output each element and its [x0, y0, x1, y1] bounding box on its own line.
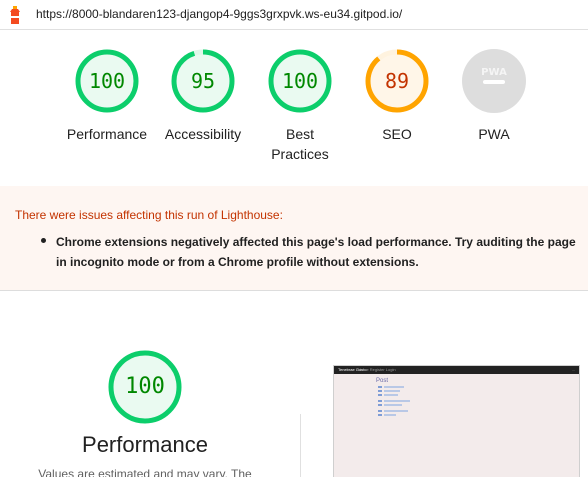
performance-subtitle: Values are estimated and may vary. The: [38, 467, 252, 477]
gauge-performance[interactable]: 100 Performance: [52, 48, 162, 144]
screenshot-text-line: [384, 410, 408, 412]
lighthouse-icon: [10, 6, 20, 24]
gauge-score: 95: [190, 69, 216, 93]
screenshot-text-line: [378, 394, 382, 396]
gauge-accessibility[interactable]: 95 Accessibility: [148, 48, 258, 144]
screenshot-text-line: [378, 410, 382, 412]
gauge-score: 89: [384, 69, 410, 93]
bullet-icon: [41, 238, 46, 243]
gauge-label: PWA: [478, 126, 510, 142]
warnings-title: There were issues affecting this run of …: [15, 208, 283, 222]
final-screenshot-thumbnail[interactable]: Tenebrae Gusto Home Register Login ... P…: [333, 365, 580, 477]
gauge-ring: 95: [170, 48, 236, 114]
screenshot-text-line: [378, 390, 382, 392]
screenshot-text-line: [384, 394, 398, 396]
warning-item: Chrome extensions negatively affected th…: [56, 235, 576, 269]
gauge-ring: 89: [364, 48, 430, 114]
section-divider: [300, 414, 301, 477]
screenshot-text-line: [384, 390, 400, 392]
page-url[interactable]: https://8000-blandaren123-djangop4-9ggs3…: [36, 7, 402, 21]
pwa-badge: PWA: [481, 67, 507, 78]
performance-gauge[interactable]: 100: [107, 349, 183, 425]
gauge-ring: PWA: [461, 48, 527, 114]
gauge-score: 100: [281, 69, 319, 93]
gauge-ring: 100: [267, 48, 333, 114]
screenshot-text-line: [378, 404, 382, 406]
performance-title: Performance: [82, 432, 208, 457]
performance-section: 100 Performance Values are estimated and…: [0, 292, 588, 477]
screenshot-heading: Post: [376, 378, 389, 384]
gauge-ring: 100: [74, 48, 140, 114]
screenshot-text-line: [378, 400, 382, 402]
gauge-label: Best Practices: [271, 126, 329, 162]
category-gauges: 100 Performance 95 Accessibility 100 Bes…: [0, 30, 588, 186]
screenshot-text-line: [384, 386, 404, 388]
lighthouse-warnings: There were issues affecting this run of …: [0, 186, 588, 291]
screenshot-text-line: [384, 404, 402, 406]
gauge-label: Accessibility: [164, 126, 242, 142]
screenshot-text-line: [378, 414, 382, 416]
screenshot-nav-right: ...: [571, 367, 575, 372]
performance-score: 100: [125, 374, 165, 399]
screenshot-text-line: [384, 414, 396, 416]
screenshot-text-line: [378, 386, 382, 388]
gauge-seo[interactable]: 89 SEO: [342, 48, 452, 144]
screenshot-navbar: Tenebrae Gusto Home Register Login ...: [334, 366, 579, 374]
screenshot-text-line: [384, 400, 410, 402]
gauge-pwa[interactable]: PWA PWA: [439, 48, 549, 144]
screenshot-nav-links: Home Register Login: [358, 367, 396, 372]
gauge-label: SEO: [382, 126, 412, 142]
gauge-label: Performance: [66, 126, 148, 142]
gauge-best-practices[interactable]: 100 Best Practices: [245, 48, 355, 164]
gauge-score: 100: [88, 69, 126, 93]
report-topbar: https://8000-blandaren123-djangop4-9ggs3…: [0, 0, 588, 30]
